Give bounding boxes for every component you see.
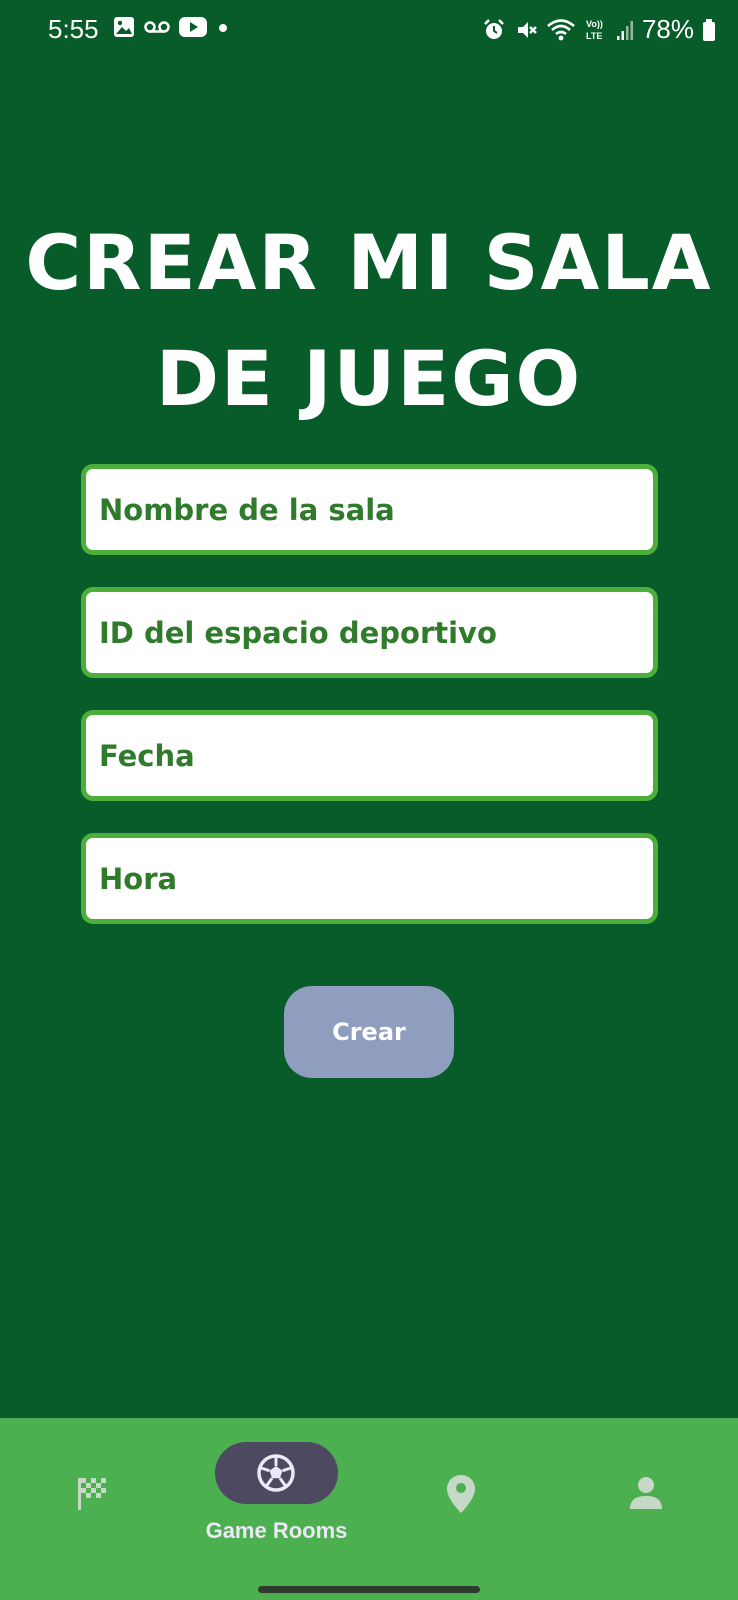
vibrate-icon xyxy=(517,21,537,38)
sport-space-id-field xyxy=(81,587,658,678)
svg-text:LTE: LTE xyxy=(586,31,602,41)
status-bar: 5:55 Vo)) LTE 78% xyxy=(0,0,738,58)
dot-icon xyxy=(219,24,227,32)
time-input[interactable] xyxy=(86,838,653,919)
room-name-input[interactable] xyxy=(86,469,653,550)
date-input[interactable] xyxy=(86,715,653,796)
alarm-icon xyxy=(484,18,504,39)
nav-item-locations[interactable] xyxy=(390,1418,534,1600)
status-left-icons xyxy=(113,16,230,38)
home-indicator[interactable] xyxy=(258,1586,480,1593)
bottom-navigation: Game Rooms xyxy=(0,1418,738,1600)
page-title: CREAR MI SALA DE JUEGO xyxy=(0,205,738,437)
room-name-field xyxy=(81,464,658,555)
sport-space-id-input[interactable] xyxy=(86,592,653,673)
soccer-ball-icon xyxy=(257,1454,295,1492)
svg-text:Vo)): Vo)) xyxy=(586,19,603,29)
wifi-icon xyxy=(547,18,575,40)
nav-item-profile[interactable] xyxy=(574,1418,718,1600)
nav-item-game-rooms[interactable] xyxy=(215,1442,338,1504)
voicemail-icon xyxy=(144,21,170,33)
volte-icon: Vo)) LTE xyxy=(586,19,603,41)
create-button[interactable]: Crear xyxy=(284,986,454,1078)
signal-icon xyxy=(616,20,633,40)
youtube-icon xyxy=(179,17,207,37)
status-right-icons: Vo)) LTE 78% xyxy=(482,14,716,45)
nav-label-game-rooms: Game Rooms xyxy=(205,1518,348,1543)
time-field xyxy=(81,833,658,924)
page-title-line-1: CREAR MI SALA xyxy=(25,218,713,307)
person-icon xyxy=(630,1477,662,1509)
date-field xyxy=(81,710,658,801)
battery-percent: 78% xyxy=(641,14,694,44)
location-pin-icon xyxy=(447,1475,475,1513)
image-icon xyxy=(114,17,134,37)
battery-icon xyxy=(703,18,715,41)
page-title-line-2: DE JUEGO xyxy=(155,334,583,423)
checkered-flag-icon xyxy=(78,1478,106,1510)
status-time: 5:55 xyxy=(48,14,99,44)
nav-item-competitions[interactable] xyxy=(20,1418,164,1600)
